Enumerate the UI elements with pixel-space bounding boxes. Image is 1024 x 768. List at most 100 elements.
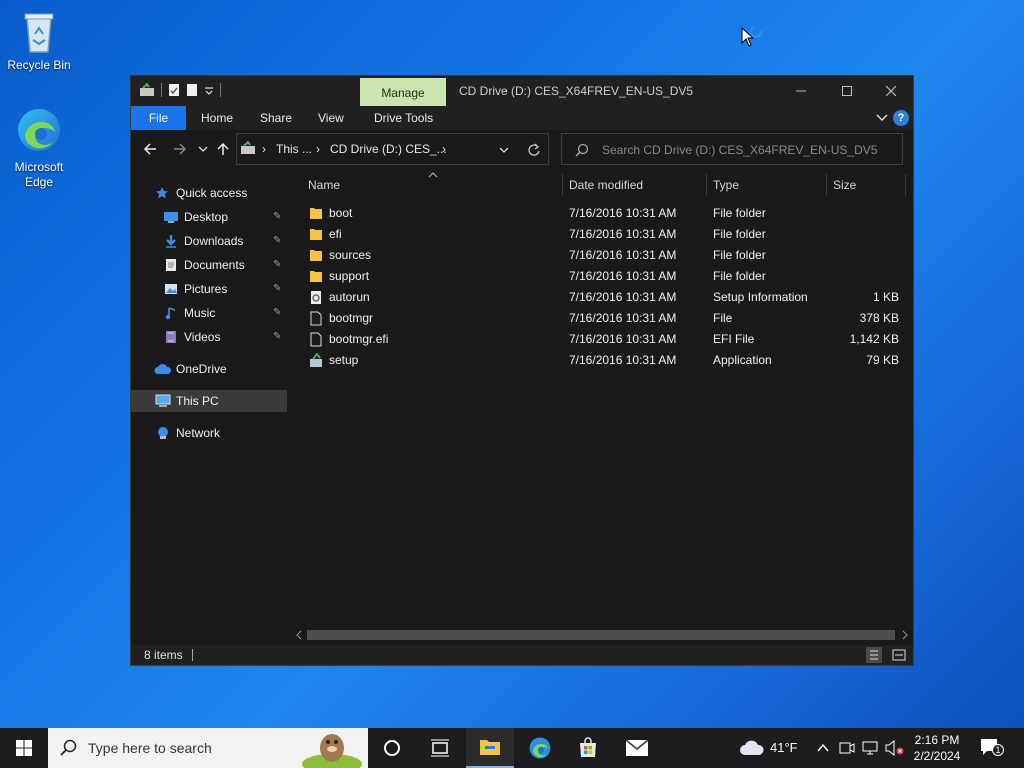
music-icon [165,307,176,320]
nav-item-videos[interactable]: Videos ✎ [131,326,287,348]
volume-muted-icon[interactable] [885,740,905,756]
taskbar-store[interactable] [564,728,612,768]
file-row-efi[interactable]: efi 7/16/2016 10:31 AM File folder [291,224,913,245]
tab-view[interactable]: View [318,106,344,130]
address-bar[interactable]: › This ... › CD Drive (D:) CES_... › [236,133,549,165]
nav-item-onedrive[interactable]: OneDrive [131,358,287,380]
file-row-setup[interactable]: setup 7/16/2016 10:31 AM Application 79 … [291,350,913,371]
drive-icon[interactable] [139,83,155,97]
help-button[interactable]: ? [893,110,909,126]
busy-cursor-icon [741,27,763,47]
taskbar-search[interactable]: Type here to search [48,728,368,768]
arrow-right-icon [174,143,187,155]
file-name: boot [329,206,353,220]
file-row-autorun[interactable]: autorun 7/16/2016 10:31 AM Setup Informa… [291,287,913,308]
column-divider[interactable] [905,174,906,196]
desktop-icon-edge[interactable]: Microsoft Edge [4,104,74,190]
minimize-button[interactable] [778,76,824,106]
maximize-button[interactable] [824,76,870,106]
column-header-name[interactable]: Name [308,170,340,200]
nav-item-music[interactable]: Music ✎ [131,302,287,324]
nav-item-desktop[interactable]: Desktop ✎ [131,206,287,228]
address-history-icon[interactable] [499,145,509,155]
search-input[interactable]: Search CD Drive (D:) CES_X64FREV_EN-US_D… [602,143,877,157]
toolbar-separator [220,83,221,97]
tab-share[interactable]: Share [260,106,292,130]
close-button[interactable] [868,76,914,106]
expand-ribbon-icon[interactable] [876,112,888,124]
file-row-support[interactable]: support 7/16/2016 10:31 AM File folder [291,266,913,287]
nav-item-this-pc[interactable]: This PC [131,390,287,412]
file-type: File folder [713,227,766,241]
scrollbar-thumb[interactable] [307,630,895,640]
weather-icon[interactable] [739,739,765,757]
breadcrumb-separator[interactable]: › [442,142,446,156]
manage-context-tab[interactable]: Manage [360,78,446,106]
breadcrumb-separator[interactable]: › [316,142,320,156]
breadcrumb-separator[interactable]: › [262,142,266,156]
tab-drive-tools[interactable]: Drive Tools [374,106,433,130]
document-icon [166,259,176,271]
breadcrumb-this-pc[interactable]: This ... [276,142,312,156]
new-folder-icon[interactable] [186,83,198,97]
desktop-icon-recycle-bin[interactable]: Recycle Bin [4,8,74,73]
taskbar-edge[interactable] [516,728,564,768]
column-header-type[interactable]: Type [713,170,739,200]
details-view-icon[interactable] [866,647,882,663]
file-icon [310,332,322,347]
file-explorer-icon [480,740,500,755]
task-switcher-button[interactable] [416,728,464,768]
nav-item-label: Desktop [184,210,229,224]
nav-item-network[interactable]: Network [131,422,287,444]
system-clock[interactable]: 2:16 PM 2/2/2024 [905,732,969,764]
notification-center-button[interactable]: 1 [980,738,1004,758]
network-tray-icon[interactable] [862,740,878,756]
arrow-left-icon [143,143,156,155]
tab-file[interactable]: File [131,106,186,130]
weather-temperature[interactable]: 41°F [770,740,798,755]
file-row-bootmgr-efi[interactable]: bootmgr.efi 7/16/2016 10:31 AM EFI File … [291,329,913,350]
refresh-icon[interactable] [527,143,541,157]
nav-item-pictures[interactable]: Pictures ✎ [131,278,287,300]
column-divider[interactable] [706,174,707,196]
meet-now-icon[interactable] [839,740,855,756]
taskbar-file-explorer[interactable] [466,728,514,768]
file-row-sources[interactable]: sources 7/16/2016 10:31 AM File folder [291,245,913,266]
back-button[interactable] [143,142,157,160]
close-icon [885,85,897,97]
file-row-bootmgr[interactable]: bootmgr 7/16/2016 10:31 AM File 378 KB [291,308,913,329]
title-bar: Manage CD Drive (D:) CES_X64FREV_EN-US_D… [131,76,913,106]
forward-button[interactable] [173,142,187,160]
breadcrumb-cd-drive[interactable]: CD Drive (D:) CES_... [330,142,447,156]
scroll-right-icon[interactable] [901,630,909,640]
toolbar-separator [161,83,162,97]
clock-date: 2/2/2024 [913,749,961,763]
search-box[interactable]: Search CD Drive (D:) CES_X64FREV_EN-US_D… [561,133,903,165]
tab-home[interactable]: Home [201,106,233,130]
column-divider[interactable] [826,174,827,196]
task-view-button[interactable] [368,728,416,768]
desktop-icon [164,212,178,223]
up-button[interactable] [216,142,230,160]
scroll-left-icon[interactable] [295,630,303,640]
recent-locations-button[interactable] [198,142,208,160]
nav-item-documents[interactable]: Documents ✎ [131,254,287,276]
large-icons-view-icon[interactable] [891,647,907,663]
nav-item-quick-access[interactable]: Quick access [131,182,287,204]
customize-toolbar-icon[interactable] [204,83,214,97]
nav-item-label: Downloads [184,234,244,248]
horizontal-scrollbar[interactable] [291,627,913,643]
properties-icon[interactable] [168,83,180,97]
file-size: 1,142 KB [849,332,899,346]
column-divider[interactable] [562,174,563,196]
file-list: Name Date modified Type Size boot 7/16/2… [291,170,913,645]
column-header-date-modified[interactable]: Date modified [569,170,643,200]
status-bar: 8 items [131,645,913,665]
taskbar-search-input[interactable]: Type here to search [88,740,212,756]
chevron-up-icon[interactable] [817,742,829,754]
start-button[interactable] [0,728,48,768]
file-row-boot[interactable]: boot 7/16/2016 10:31 AM File folder [291,203,913,224]
column-header-size[interactable]: Size [833,170,856,200]
nav-item-downloads[interactable]: Downloads ✎ [131,230,287,252]
taskbar-mail[interactable] [613,728,661,768]
